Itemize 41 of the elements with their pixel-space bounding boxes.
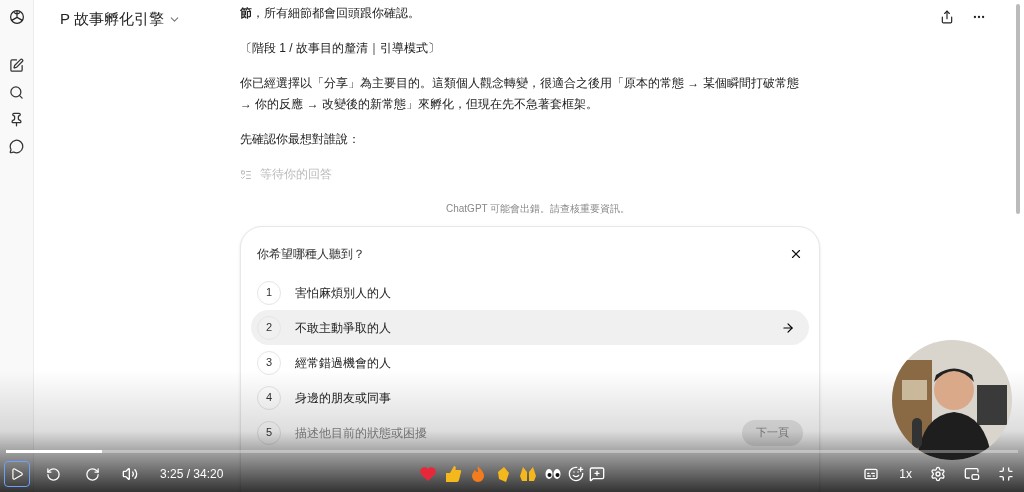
- chat-bubble-icon[interactable]: [9, 139, 24, 154]
- message-paragraph: 你已經選擇以「分享」為主要目的。這類個人觀念轉變，很適合之後用「原本的常態 → 某個瞬間打破常態 → 你的反應 → 改變後的新常態」來孵化，但現在先不急著套框架。: [240, 75, 800, 113]
- message-paragraph: 先確認你最想對誰說：: [240, 131, 361, 148]
- logo-icon[interactable]: [7, 8, 26, 26]
- status-text: 等待你的回答: [260, 166, 332, 183]
- option-row[interactable]: 3 經常錯過機會的人: [251, 345, 809, 380]
- rewind-icon[interactable]: [46, 466, 61, 482]
- new-chat-icon[interactable]: [9, 58, 24, 73]
- option-label: 不敢主動爭取的人: [295, 319, 392, 337]
- question-title: 你希望哪種人聽到？: [257, 246, 365, 263]
- close-icon[interactable]: [789, 247, 803, 261]
- forward-icon[interactable]: [85, 466, 100, 482]
- settings-icon[interactable]: [930, 466, 946, 482]
- captions-icon[interactable]: [863, 466, 880, 482]
- project-title-button[interactable]: P 故事孵化引擎: [60, 8, 181, 31]
- add-reaction-icon[interactable]: [568, 466, 585, 482]
- time-display: 3:25 / 34:20: [160, 466, 224, 483]
- option-row[interactable]: 4 身邊的朋友或同事: [251, 380, 809, 415]
- option-label: 身邊的朋友或同事: [295, 389, 392, 407]
- task-list-icon: [240, 168, 252, 181]
- play-icon: [10, 467, 24, 481]
- option-label: 經常錯過機會的人: [295, 354, 392, 372]
- thumbs-up-icon[interactable]: [443, 464, 464, 484]
- add-comment-icon[interactable]: [589, 466, 606, 482]
- share-icon[interactable]: [940, 10, 954, 24]
- miniplayer-icon[interactable]: [964, 466, 980, 482]
- exit-fullscreen-icon[interactable]: [998, 466, 1014, 482]
- option-label: 害怕麻煩別人的人: [295, 284, 392, 302]
- option-row[interactable]: 2 不敢主動爭取的人: [251, 310, 809, 345]
- pin-icon[interactable]: [9, 112, 24, 127]
- option-row[interactable]: 1 害怕麻煩別人的人: [251, 275, 809, 310]
- arrow-right-icon: [781, 320, 795, 335]
- message-paragraph: 節，所有細節都會回頭跟你確認。: [240, 5, 421, 22]
- disclaimer-text: ChatGPT 可能會出錯。請查核重要資訊。: [446, 202, 631, 216]
- volume-icon[interactable]: [122, 466, 138, 482]
- custom-answer-field[interactable]: 描述他目前的狀態或困擾: [295, 423, 728, 442]
- play-button[interactable]: [4, 461, 30, 487]
- scrollbar[interactable]: [1016, 4, 1020, 214]
- search-icon[interactable]: [9, 85, 24, 100]
- playback-speed[interactable]: 1x: [899, 465, 912, 483]
- message-paragraph: 〔階段 1 / 故事目的釐清｜引導模式〕: [240, 40, 441, 57]
